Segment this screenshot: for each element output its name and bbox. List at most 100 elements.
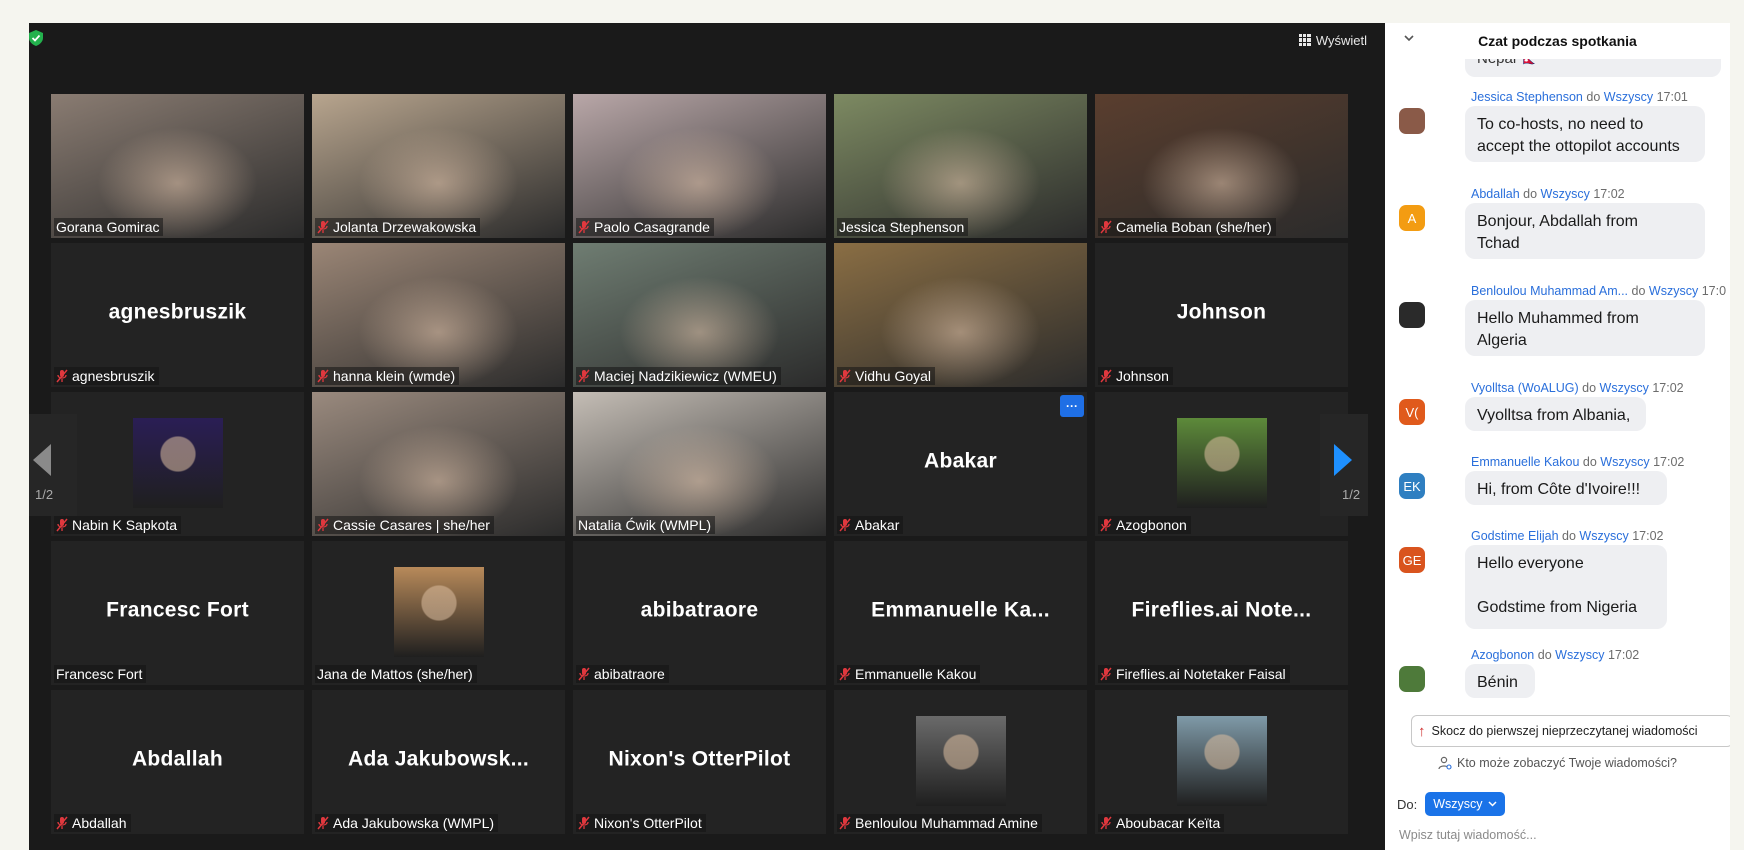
participant-tile[interactable]: Fireflies.ai Note... Fireflies.ai Notetak…: [1095, 541, 1348, 685]
participant-tile[interactable]: Benloulou Muhammad Amine: [834, 690, 1087, 834]
participant-tile[interactable]: Aboubacar Keïta: [1095, 690, 1348, 834]
page-indicator-left: 1/2: [35, 487, 54, 502]
grid-view-icon: [1298, 34, 1311, 46]
participant-display-name: Johnson: [1176, 300, 1267, 324]
who-can-see-messages-link[interactable]: Kto może zobaczyć Twoje wiadomości?: [1385, 753, 1730, 773]
participant-name: Vidhu Goyal: [855, 368, 932, 384]
message-recipient[interactable]: Wszyscy: [1604, 90, 1653, 104]
participant-tile[interactable]: Nabin K Sapkota: [51, 392, 304, 536]
message-meta: Godstime Elijah do Wszyscy 17:02: [1471, 529, 1664, 543]
chat-title: Czat podczas spotkania: [1478, 33, 1637, 49]
participant-avatar: [393, 567, 484, 657]
message-recipient[interactable]: Wszyscy: [1579, 529, 1628, 543]
muted-microphone-icon: [317, 369, 329, 383]
message-sender[interactable]: Godstime Elijah: [1471, 529, 1559, 543]
sender-avatar: GE: [1399, 547, 1425, 573]
sender-avatar: EK: [1399, 473, 1425, 499]
muted-microphone-icon: [578, 667, 590, 681]
next-page-button[interactable]: 1/2: [1320, 414, 1368, 516]
message-sender[interactable]: Jessica Stephenson: [1471, 90, 1583, 104]
message-join-word: do: [1537, 648, 1552, 662]
participant-tile[interactable]: Gorana Gomirac: [51, 94, 304, 238]
message-join-word: do: [1582, 381, 1597, 395]
participant-name-label: Emmanuelle Kakou: [837, 665, 981, 683]
chat-messages[interactable]: Nepal 🇳🇵 Jessica Stephenson do Wszyscy 1…: [1385, 23, 1730, 713]
participant-tile[interactable]: Francesc Fort Francesc Fort: [51, 541, 304, 685]
sender-avatar: [1399, 666, 1425, 692]
participant-tile[interactable]: Nixon's OtterPilot Nixon's OtterPilot: [573, 690, 826, 834]
sender-avatar: [1399, 302, 1425, 328]
participant-tile[interactable]: abibatraore abibatraore: [573, 541, 826, 685]
message-time: 17:01: [1656, 90, 1688, 104]
participant-tile[interactable]: Abakar ··· Abakar: [834, 392, 1087, 536]
message-meta: Jessica Stephenson do Wszyscy 17:01: [1471, 90, 1688, 104]
participant-display-name: Emmanuelle Ka...: [871, 598, 1050, 622]
participant-name: Aboubacar Keïta: [1116, 815, 1221, 831]
message-sender[interactable]: Vyolltsa (WoALUG): [1471, 381, 1579, 395]
message-recipient[interactable]: Wszyscy: [1541, 187, 1590, 201]
participant-name-label: Benloulou Muhammad Amine: [837, 814, 1042, 832]
participant-tile[interactable]: hanna klein (wmde): [312, 243, 565, 387]
participant-tile[interactable]: Cassie Casares | she/her: [312, 392, 565, 536]
chevron-down-icon[interactable]: [1403, 32, 1415, 44]
participant-name: Jolanta Drzewakowska: [333, 219, 477, 235]
sender-avatar: V(: [1399, 399, 1425, 425]
participant-video: [834, 94, 1087, 238]
sender-avatar-initials: GE: [1402, 552, 1422, 568]
participant-name: abibatraore: [594, 666, 665, 682]
previous-page-button[interactable]: 1/2: [29, 414, 77, 516]
participant-tile[interactable]: Ada Jakubowsk... Ada Jakubowska (WMPL): [312, 690, 565, 834]
participant-tile[interactable]: Johnson Johnson: [1095, 243, 1348, 387]
participant-tile[interactable]: Jolanta Drzewakowska: [312, 94, 565, 238]
participant-name-label: Jolanta Drzewakowska: [315, 218, 481, 236]
participant-display-name: Nixon's OtterPilot: [608, 747, 791, 771]
muted-microphone-icon: [317, 816, 329, 830]
participant-name: Abakar: [855, 517, 900, 533]
message-recipient[interactable]: Wszyscy: [1649, 284, 1698, 298]
message-join-word: do: [1631, 284, 1646, 298]
muted-microphone-icon: [317, 220, 329, 234]
participant-tile[interactable]: Vidhu Goyal: [834, 243, 1087, 387]
participant-tile[interactable]: Paolo Casagrande: [573, 94, 826, 238]
message-recipient[interactable]: Wszyscy: [1555, 648, 1604, 662]
participant-grid: Gorana Gomirac Jolanta Drzewakowska Paolo …: [51, 94, 1348, 834]
muted-microphone-icon: [578, 220, 590, 234]
message-meta: Azogbonon do Wszyscy 17:02: [1471, 648, 1639, 662]
muted-microphone-icon: [1100, 518, 1112, 532]
participant-display-name: Francesc Fort: [106, 598, 249, 622]
participant-tile[interactable]: Natalia Ćwik (WMPL): [573, 392, 826, 536]
participant-tile[interactable]: Camelia Boban (she/her): [1095, 94, 1348, 238]
message-sender[interactable]: Emmanuelle Kakou: [1471, 455, 1579, 469]
participant-name-label: hanna klein (wmde): [315, 367, 460, 385]
participant-name-label: abibatraore: [576, 665, 669, 683]
participant-tile[interactable]: Azogbonon: [1095, 392, 1348, 536]
participant-avatar: [1176, 418, 1267, 508]
page-indicator-right: 1/2: [1342, 487, 1361, 502]
message-time: 17:02: [1653, 455, 1685, 469]
participant-tile[interactable]: Emmanuelle Ka... Emmanuelle Kakou: [834, 541, 1087, 685]
participant-name-label: Camelia Boban (she/her): [1098, 218, 1276, 236]
muted-microphone-icon: [578, 369, 590, 383]
message-input[interactable]: [1397, 823, 1721, 847]
participant-tile[interactable]: Abdallah Abdallah: [51, 690, 304, 834]
participant-tile[interactable]: Jana de Mattos (she/her): [312, 541, 565, 685]
participant-name-label: Natalia Ćwik (WMPL): [576, 516, 716, 534]
more-options-button[interactable]: ···: [1060, 395, 1084, 417]
recipient-select[interactable]: Wszyscy: [1425, 792, 1505, 816]
message-recipient[interactable]: Wszyscy: [1600, 381, 1649, 395]
message-sender[interactable]: Azogbonon: [1471, 648, 1534, 662]
participant-video: [834, 243, 1087, 387]
message-recipient[interactable]: Wszyscy: [1600, 455, 1649, 469]
participant-tile[interactable]: Maciej Nadzikiewicz (WMEU): [573, 243, 826, 387]
message-bubble: Hello everyone Godstime from Nigeria: [1465, 545, 1667, 629]
participant-name: Johnson: [1116, 368, 1169, 384]
view-button[interactable]: Wyświetl: [1293, 30, 1373, 50]
view-button-label: Wyświetl: [1315, 32, 1367, 48]
security-shield-icon[interactable]: [29, 30, 43, 46]
sender-avatar-initials: EK: [1403, 478, 1421, 494]
message-sender[interactable]: Abdallah: [1471, 187, 1520, 201]
message-sender[interactable]: Benloulou Muhammad Am...: [1471, 284, 1628, 298]
participant-tile[interactable]: Jessica Stephenson: [834, 94, 1087, 238]
jump-to-unread-button[interactable]: ↑ Skocz do pierwszej nieprzeczytanej wia…: [1411, 715, 1730, 747]
participant-tile[interactable]: agnesbruszik agnesbruszik: [51, 243, 304, 387]
